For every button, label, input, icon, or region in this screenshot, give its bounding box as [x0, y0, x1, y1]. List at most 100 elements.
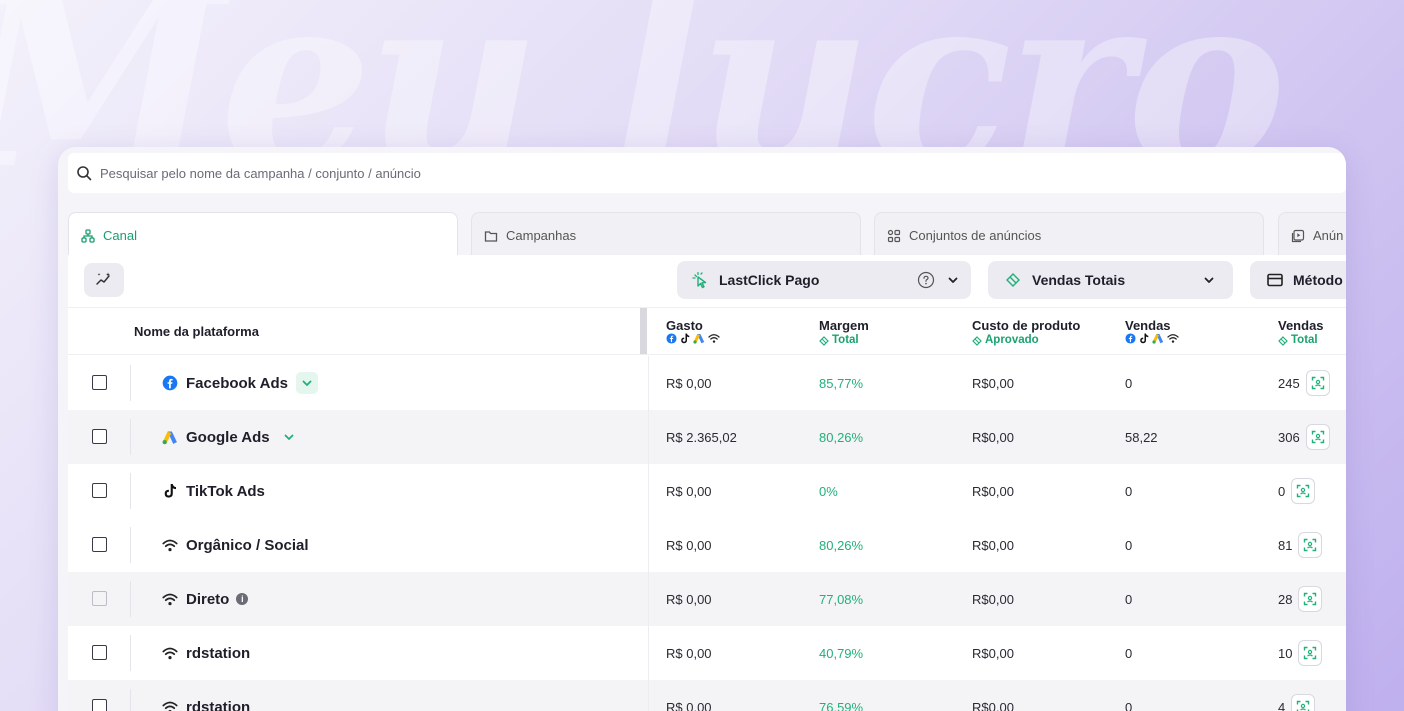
col-custo-header[interactable]: Custo de produto Aprovado [972, 318, 1080, 348]
table-row[interactable]: Orgânico / Social R$ 0,00 80,26% R$0,00 … [68, 518, 1346, 572]
cell-gasto: R$ 0,00 [666, 537, 712, 553]
divider [130, 365, 131, 401]
cell-margem: 77,08% [819, 591, 864, 607]
row-checkbox[interactable] [92, 591, 107, 606]
facebook-icon [1125, 333, 1136, 344]
sales-filter-select[interactable]: Vendas Totais [988, 261, 1233, 299]
platform-label: rdstation [186, 698, 251, 711]
cell-margem: 40,79% [819, 645, 864, 661]
col-custo-title: Custo de produto [972, 318, 1081, 333]
vendas-total-value: 0 [1278, 483, 1286, 499]
col-platform-header[interactable]: Nome da plataforma [134, 324, 259, 339]
row-checkbox[interactable] [92, 699, 107, 711]
col-vendas-title: Vendas [1125, 318, 1171, 333]
search-bar[interactable] [68, 153, 1346, 193]
info-icon[interactable]: i [236, 593, 249, 605]
attribution-label: LastClick Pago [719, 272, 820, 288]
details-button[interactable] [1298, 640, 1323, 666]
platform-label: Orgânico / Social [186, 536, 309, 554]
divider [648, 626, 649, 680]
search-input[interactable] [100, 165, 700, 181]
col-vendas-total-header[interactable]: Vendas Total [1278, 318, 1324, 348]
tiktok-icon [1140, 333, 1149, 344]
col-vendas-header[interactable]: Vendas [1125, 318, 1179, 344]
divider [130, 527, 131, 563]
divider [130, 581, 131, 617]
wifi-icon [162, 699, 178, 711]
row-checkbox[interactable] [92, 537, 107, 552]
method-select[interactable]: Método [1250, 261, 1346, 299]
table-row[interactable]: Direto i R$ 0,00 77,08% R$0,00 0 28 [68, 572, 1346, 626]
expand-button[interactable] [278, 426, 300, 448]
cell-custo: R$0,00 [972, 699, 1014, 711]
platform-name: rdstation [162, 680, 250, 711]
details-button[interactable] [1298, 532, 1323, 558]
col-gasto-title: Gasto [666, 318, 703, 333]
row-checkbox[interactable] [92, 645, 107, 660]
chevron-down-icon [948, 277, 958, 283]
cell-gasto: R$ 0,00 [666, 375, 712, 391]
cell-margem: 76,59% [819, 699, 864, 711]
divider [648, 680, 649, 711]
wifi-icon [162, 591, 178, 607]
platform-icons [1125, 333, 1179, 344]
col-margem-header[interactable]: Margem Total [819, 318, 869, 348]
table-row[interactable]: TikTok Ads R$ 0,00 0% R$0,00 0 0 [68, 464, 1346, 518]
tab-bar: Canal Campanhas Conjuntos de anúncios An… [68, 212, 1346, 258]
cell-vendas-total: 10 [1278, 626, 1323, 680]
col-gasto-header[interactable]: Gasto [666, 318, 720, 344]
tab-campanhas[interactable]: Campanhas [471, 212, 861, 258]
scan-icon [1304, 592, 1317, 606]
facebook-icon [666, 333, 677, 344]
cell-vendas: 0 [1125, 375, 1133, 391]
attribution-select[interactable]: LastClick Pago [677, 261, 971, 299]
tab-conjuntos[interactable]: Conjuntos de anúncios [874, 212, 1264, 258]
table-row[interactable]: rdstation R$ 0,00 76,59% R$0,00 0 4 [68, 680, 1346, 711]
insights-button[interactable] [84, 263, 124, 297]
table-row[interactable]: Google Ads R$ 2.365,02 80,26% R$0,00 58,… [68, 410, 1346, 464]
tab-anuncios[interactable]: Anún [1278, 212, 1346, 258]
folder-icon [484, 230, 498, 242]
scan-icon [1311, 376, 1324, 390]
row-checkbox[interactable] [92, 429, 107, 444]
row-checkbox[interactable] [92, 375, 107, 390]
col-margem-title: Margem [819, 318, 869, 333]
details-button[interactable] [1291, 694, 1316, 711]
cell-vendas: 0 [1125, 699, 1133, 711]
cell-vendas: 0 [1125, 537, 1133, 553]
wifi-icon [708, 334, 720, 343]
cell-vendas-total: 0 [1278, 464, 1316, 518]
wifi-icon [162, 645, 178, 661]
expand-button[interactable] [295, 372, 318, 394]
table-row[interactable]: rdstation R$ 0,00 40,79% R$0,00 0 10 [68, 626, 1346, 680]
platform-label: Facebook Ads [186, 374, 288, 392]
cell-vendas-total: 28 [1278, 572, 1323, 626]
help-circle-icon[interactable] [917, 271, 935, 289]
cell-custo: R$0,00 [972, 483, 1014, 499]
vendas-total-value: 10 [1278, 645, 1293, 661]
cell-custo: R$0,00 [972, 645, 1014, 661]
wifi-icon [1167, 334, 1179, 343]
details-button[interactable] [1291, 478, 1316, 504]
cell-gasto: R$ 0,00 [666, 699, 712, 711]
platform-icons [666, 333, 720, 344]
google-ads-icon [693, 334, 705, 344]
frozen-column-divider[interactable] [640, 308, 647, 354]
cell-margem: 80,26% [819, 537, 864, 553]
vendas-total-value: 306 [1278, 429, 1300, 445]
table-row[interactable]: Facebook Ads R$ 0,00 85,77% R$0,00 0 245 [68, 356, 1346, 410]
details-button[interactable] [1298, 586, 1323, 612]
tab-canal[interactable]: Canal [68, 212, 458, 258]
details-button[interactable] [1305, 424, 1330, 450]
tiktok-icon [681, 333, 690, 344]
col-custo-subtitle: Aprovado [972, 333, 1080, 348]
row-checkbox[interactable] [92, 483, 107, 498]
vendas-total-value: 245 [1278, 375, 1300, 391]
cell-vendas: 58,22 [1125, 429, 1158, 445]
cell-vendas-total: 306 [1278, 410, 1330, 464]
click-icon [692, 271, 707, 289]
details-button[interactable] [1305, 370, 1330, 396]
tab-label: Campanhas [506, 228, 577, 243]
toolbar: LastClick Pago Vendas Totais Método [68, 255, 1346, 307]
col-vendas-total-title: Vendas [1278, 318, 1324, 333]
